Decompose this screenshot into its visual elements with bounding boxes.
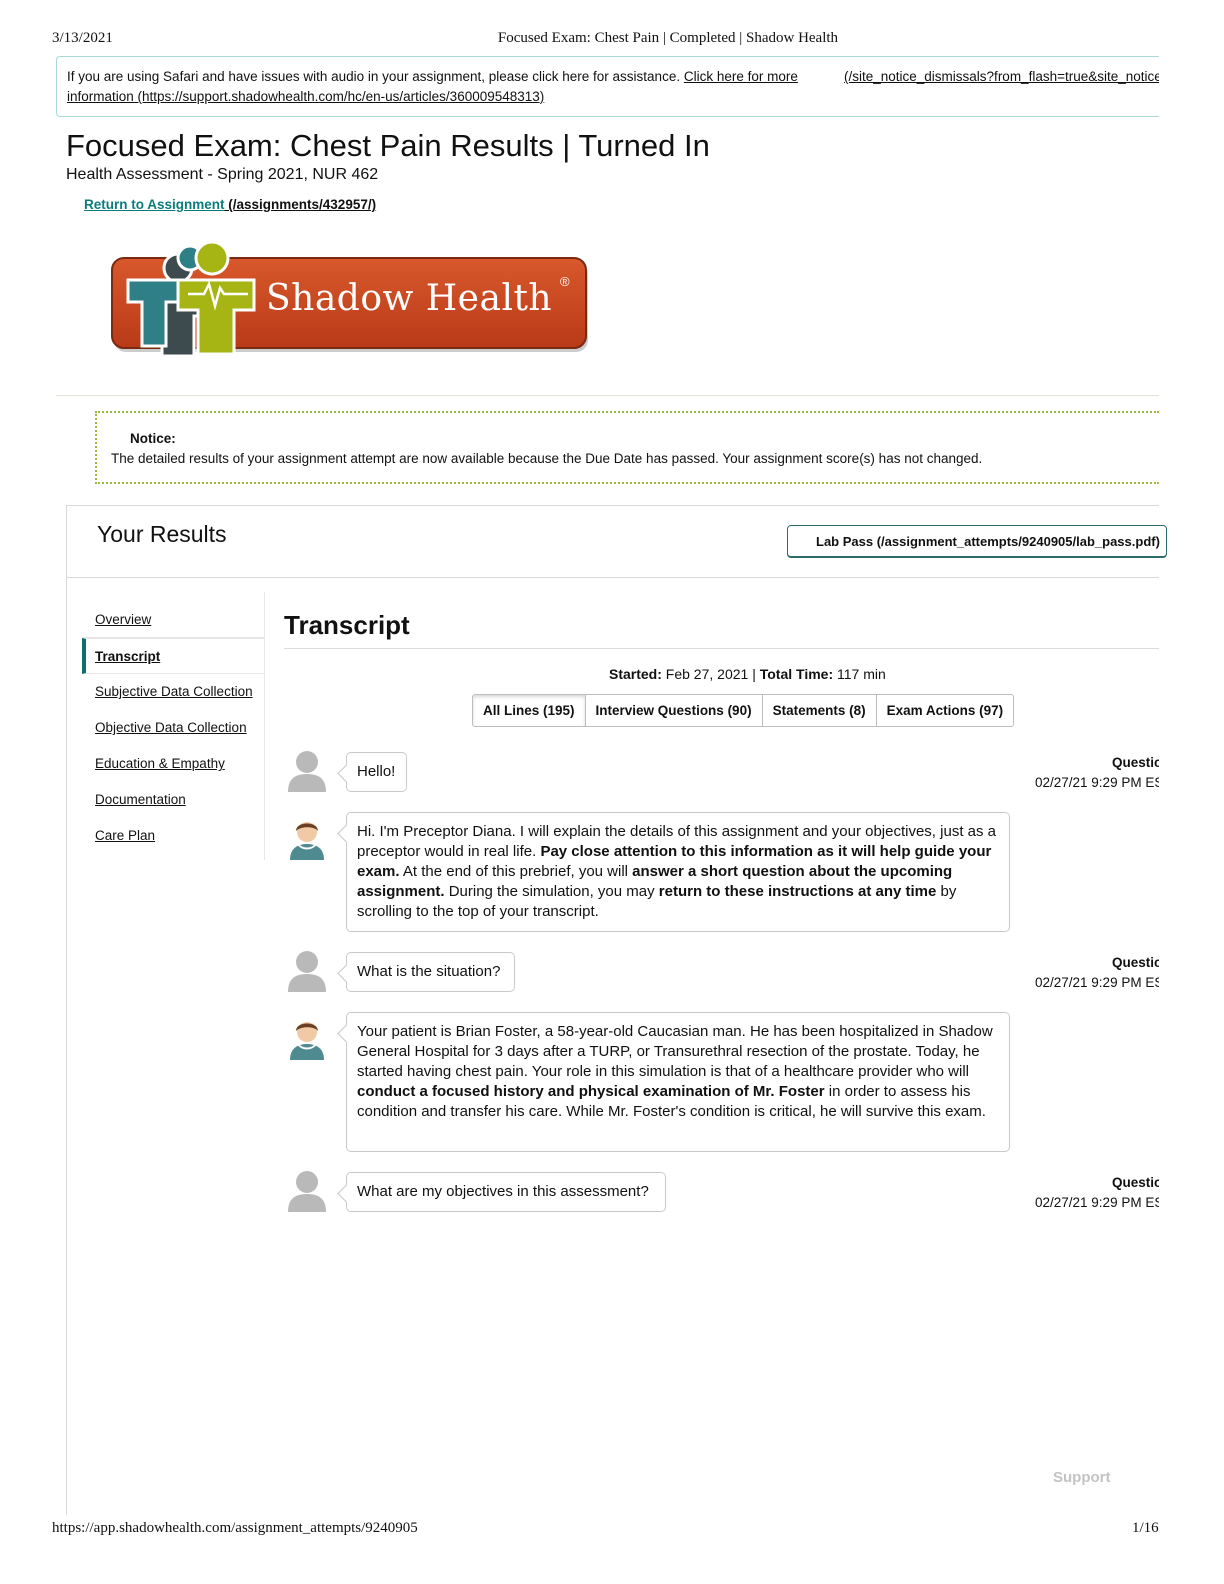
- sidebar-item-label[interactable]: Care Plan: [95, 828, 155, 843]
- results-sidebar-nav: Overview Transcript Subjective Data Coll…: [82, 602, 264, 854]
- preceptor-avatar-icon: [284, 1014, 330, 1060]
- return-link-path[interactable]: (/assignments/432957/): [225, 197, 376, 212]
- print-url: https://app.shadowhealth.com/assignment_…: [52, 1520, 418, 1536]
- transcript-message: Hello!: [346, 752, 407, 792]
- total-time-label: Total Time:: [759, 666, 834, 682]
- print-page-number: 1/16: [1132, 1520, 1159, 1536]
- transcript-message: Your patient is Brian Foster, a 58-year-…: [346, 1012, 1010, 1152]
- message-timestamp: 02/27/21 9:29 PM EST: [1035, 1195, 1172, 1210]
- site-notice-line1: If you are using Safari and have issues …: [67, 69, 798, 84]
- sidebar-divider: [264, 592, 265, 860]
- tab-statements[interactable]: Statements (8): [761, 695, 876, 726]
- site-notice-more-info-link[interactable]: Click here for more: [684, 69, 798, 84]
- sidebar-item-label[interactable]: Subjective Data Collection: [95, 684, 253, 699]
- message-text: Your patient is Brian Foster, a 58-year-…: [357, 1023, 993, 1080]
- total-time-value: 117 min: [833, 666, 886, 682]
- course-name: Health Assessment - Spring 2021, NUR 462: [66, 166, 379, 183]
- site-notice-more-info-link-cont[interactable]: information (https://support.shadowhealt…: [67, 89, 544, 104]
- site-notice-banner: If you are using Safari and have issues …: [56, 56, 1159, 117]
- tab-exam-actions[interactable]: Exam Actions (97): [875, 695, 1014, 726]
- sidebar-item-education-empathy[interactable]: Education & Empathy: [82, 746, 264, 782]
- message-text: During the simulation, you may: [444, 883, 659, 900]
- your-results-title: Your Results: [97, 521, 227, 547]
- tab-all-lines[interactable]: All Lines (195): [473, 695, 585, 726]
- print-title: Focused Exam: Chest Pain | Completed | S…: [497, 30, 839, 46]
- logo-registered-mark: ®: [560, 274, 570, 289]
- lab-pass-label: Lab Pass (/assignment_attempts/9240905/l…: [816, 534, 1160, 549]
- preceptor-avatar-icon: [284, 814, 330, 860]
- message-text: At the end of this prebrief, you will: [399, 863, 633, 880]
- site-notice-text: If you are using Safari and have issues …: [67, 69, 684, 84]
- divider: [284, 648, 1159, 649]
- sidebar-item-label[interactable]: Objective Data Collection: [95, 720, 247, 735]
- student-avatar-icon: [284, 746, 330, 792]
- page-title: Focused Exam: Chest Pain Results | Turne…: [66, 128, 710, 163]
- transcript-title: Transcript: [284, 610, 410, 640]
- return-to-assignment-link[interactable]: Return to Assignment (/assignments/43295…: [84, 197, 376, 212]
- notice-title: Notice:: [130, 431, 176, 446]
- sidebar-item-label[interactable]: Overview: [95, 612, 151, 627]
- transcript-message: Hi. I'm Preceptor Diana. I will explain …: [346, 812, 1010, 932]
- message-text-bold: return to these instructions at any time: [658, 883, 937, 900]
- return-link-label[interactable]: Return to Assignment: [84, 197, 225, 212]
- sidebar-item-transcript[interactable]: Transcript: [82, 638, 264, 674]
- panel-border: [66, 505, 67, 1515]
- site-notice-dismiss-link[interactable]: (/site_notice_dismissals?from_flash=true…: [844, 69, 1159, 84]
- support-button[interactable]: Support: [1053, 1469, 1111, 1486]
- lab-pass-button[interactable]: Lab Pass (/assignment_attempts/9240905/l…: [787, 525, 1167, 558]
- panel-border: [66, 505, 1159, 506]
- notice-body: The detailed results of your assignment …: [111, 451, 983, 466]
- sidebar-item-overview[interactable]: Overview: [82, 602, 264, 638]
- student-avatar-icon: [284, 946, 330, 992]
- message-text-bold: conduct a focused history and physical e…: [357, 1083, 825, 1100]
- sidebar-item-label[interactable]: Transcript: [95, 649, 160, 664]
- started-label: Started:: [609, 666, 662, 682]
- sidebar-item-documentation[interactable]: Documentation: [82, 782, 264, 818]
- divider: [56, 395, 1159, 396]
- sidebar-item-label[interactable]: Documentation: [95, 792, 186, 807]
- transcript-summary: Started: Feb 27, 2021 | Total Time: 117 …: [609, 666, 886, 682]
- started-value: Feb 27, 2021 |: [661, 666, 760, 682]
- logo-text: Shadow Health: [266, 278, 553, 319]
- transcript-filter-tabs: All Lines (195) Interview Questions (90)…: [472, 694, 1015, 727]
- results-available-notice: Notice: The detailed results of your ass…: [95, 411, 1159, 484]
- transcript-message: What is the situation?: [346, 952, 515, 992]
- sidebar-item-care-plan[interactable]: Care Plan: [82, 818, 264, 854]
- transcript-message: What are my objectives in this assessmen…: [346, 1172, 666, 1212]
- sidebar-item-objective-data-collection[interactable]: Objective Data Collection: [82, 710, 264, 746]
- sidebar-item-subjective-data-collection[interactable]: Subjective Data Collection: [82, 674, 264, 710]
- message-timestamp: 02/27/21 9:29 PM EST: [1035, 775, 1172, 790]
- tab-interview-questions[interactable]: Interview Questions (90): [584, 695, 762, 726]
- page-right-margin: [1159, 740, 1224, 1240]
- student-avatar-icon: [284, 1166, 330, 1212]
- sidebar-item-label[interactable]: Education & Empathy: [95, 756, 225, 771]
- message-timestamp: 02/27/21 9:29 PM EST: [1035, 975, 1172, 990]
- panel-border: [66, 577, 1159, 578]
